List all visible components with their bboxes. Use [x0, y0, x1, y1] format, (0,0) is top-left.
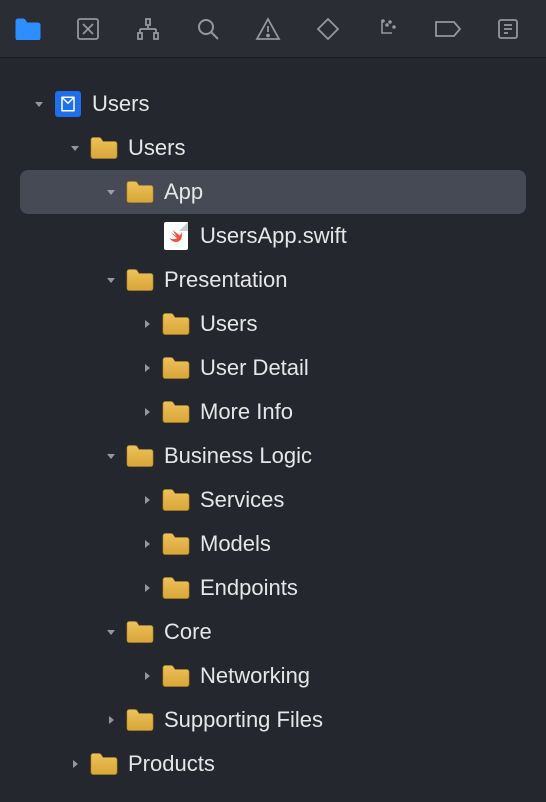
folder-icon — [162, 354, 190, 382]
disclosure-triangle[interactable] — [102, 711, 120, 729]
tree-item-label: Presentation — [164, 267, 288, 293]
tree-item-label: Models — [200, 531, 271, 557]
project-navigator-icon[interactable] — [10, 11, 46, 47]
tree-item-label: Users — [200, 311, 257, 337]
tree-item-label: App — [164, 179, 203, 205]
xcode-project-icon — [54, 90, 82, 118]
folder-networking[interactable]: Networking — [20, 654, 526, 698]
folder-products[interactable]: Products — [20, 742, 526, 786]
tree-item-label: User Detail — [200, 355, 309, 381]
tree-item-label: Services — [200, 487, 284, 513]
folder-icon — [162, 574, 190, 602]
folder-user-detail[interactable]: User Detail — [20, 346, 526, 390]
disclosure-triangle[interactable] — [102, 447, 120, 465]
folder-models[interactable]: Models — [20, 522, 526, 566]
test-navigator-icon[interactable] — [310, 11, 346, 47]
folder-icon — [126, 178, 154, 206]
symbol-navigator-icon[interactable] — [130, 11, 166, 47]
swift-file-icon — [162, 222, 190, 250]
folder-supporting-files[interactable]: Supporting Files — [20, 698, 526, 742]
tree-item-label: More Info — [200, 399, 293, 425]
folder-icon — [90, 750, 118, 778]
disclosure-triangle[interactable] — [30, 95, 48, 113]
folder-icon — [162, 398, 190, 426]
tree-item-label: Users — [128, 135, 185, 161]
tree-item-label: Users — [92, 91, 149, 117]
folder-presentation[interactable]: Presentation — [20, 258, 526, 302]
folder-endpoints[interactable]: Endpoints — [20, 566, 526, 610]
disclosure-triangle[interactable] — [138, 491, 156, 509]
folder-icon — [162, 486, 190, 514]
disclosure-triangle[interactable] — [138, 667, 156, 685]
tree-item-label: Networking — [200, 663, 310, 689]
folder-icon — [126, 442, 154, 470]
tree-item-label: Business Logic — [164, 443, 312, 469]
folder-icon — [90, 134, 118, 162]
disclosure-triangle[interactable] — [138, 579, 156, 597]
folder-users[interactable]: Users — [20, 126, 526, 170]
project-navigator-tree: Users Users App UsersApp.swift Presentation U… — [0, 58, 546, 786]
folder-icon — [162, 530, 190, 558]
disclosure-triangle[interactable] — [66, 139, 84, 157]
tree-item-label: Core — [164, 619, 212, 645]
disclosure-triangle[interactable] — [102, 271, 120, 289]
disclosure-triangle[interactable] — [102, 623, 120, 641]
disclosure-triangle[interactable] — [66, 755, 84, 773]
source-control-navigator-icon[interactable] — [70, 11, 106, 47]
folder-more-info[interactable]: More Info — [20, 390, 526, 434]
disclosure-triangle[interactable] — [138, 315, 156, 333]
issue-navigator-icon[interactable] — [250, 11, 286, 47]
folder-icon — [162, 310, 190, 338]
folder-core[interactable]: Core — [20, 610, 526, 654]
folder-app[interactable]: App — [20, 170, 526, 214]
folder-presentation-users[interactable]: Users — [20, 302, 526, 346]
file-usersapp-swift[interactable]: UsersApp.swift — [20, 214, 526, 258]
tree-item-label: UsersApp.swift — [200, 223, 347, 249]
folder-icon — [162, 662, 190, 690]
disclosure-triangle[interactable] — [138, 359, 156, 377]
tree-item-label: Products — [128, 751, 215, 777]
folder-icon — [126, 618, 154, 646]
tree-item-label: Supporting Files — [164, 707, 323, 733]
navigator-toolbar — [0, 0, 546, 58]
disclosure-triangle[interactable] — [138, 535, 156, 553]
folder-business-logic[interactable]: Business Logic — [20, 434, 526, 478]
folder-icon — [126, 266, 154, 294]
debug-navigator-icon[interactable] — [370, 11, 406, 47]
project-root[interactable]: Users — [20, 82, 526, 126]
folder-icon — [126, 706, 154, 734]
breakpoint-navigator-icon[interactable] — [430, 11, 466, 47]
find-navigator-icon[interactable] — [190, 11, 226, 47]
disclosure-triangle[interactable] — [102, 183, 120, 201]
tree-item-label: Endpoints — [200, 575, 298, 601]
disclosure-triangle[interactable] — [138, 403, 156, 421]
report-navigator-icon[interactable] — [490, 11, 526, 47]
folder-services[interactable]: Services — [20, 478, 526, 522]
